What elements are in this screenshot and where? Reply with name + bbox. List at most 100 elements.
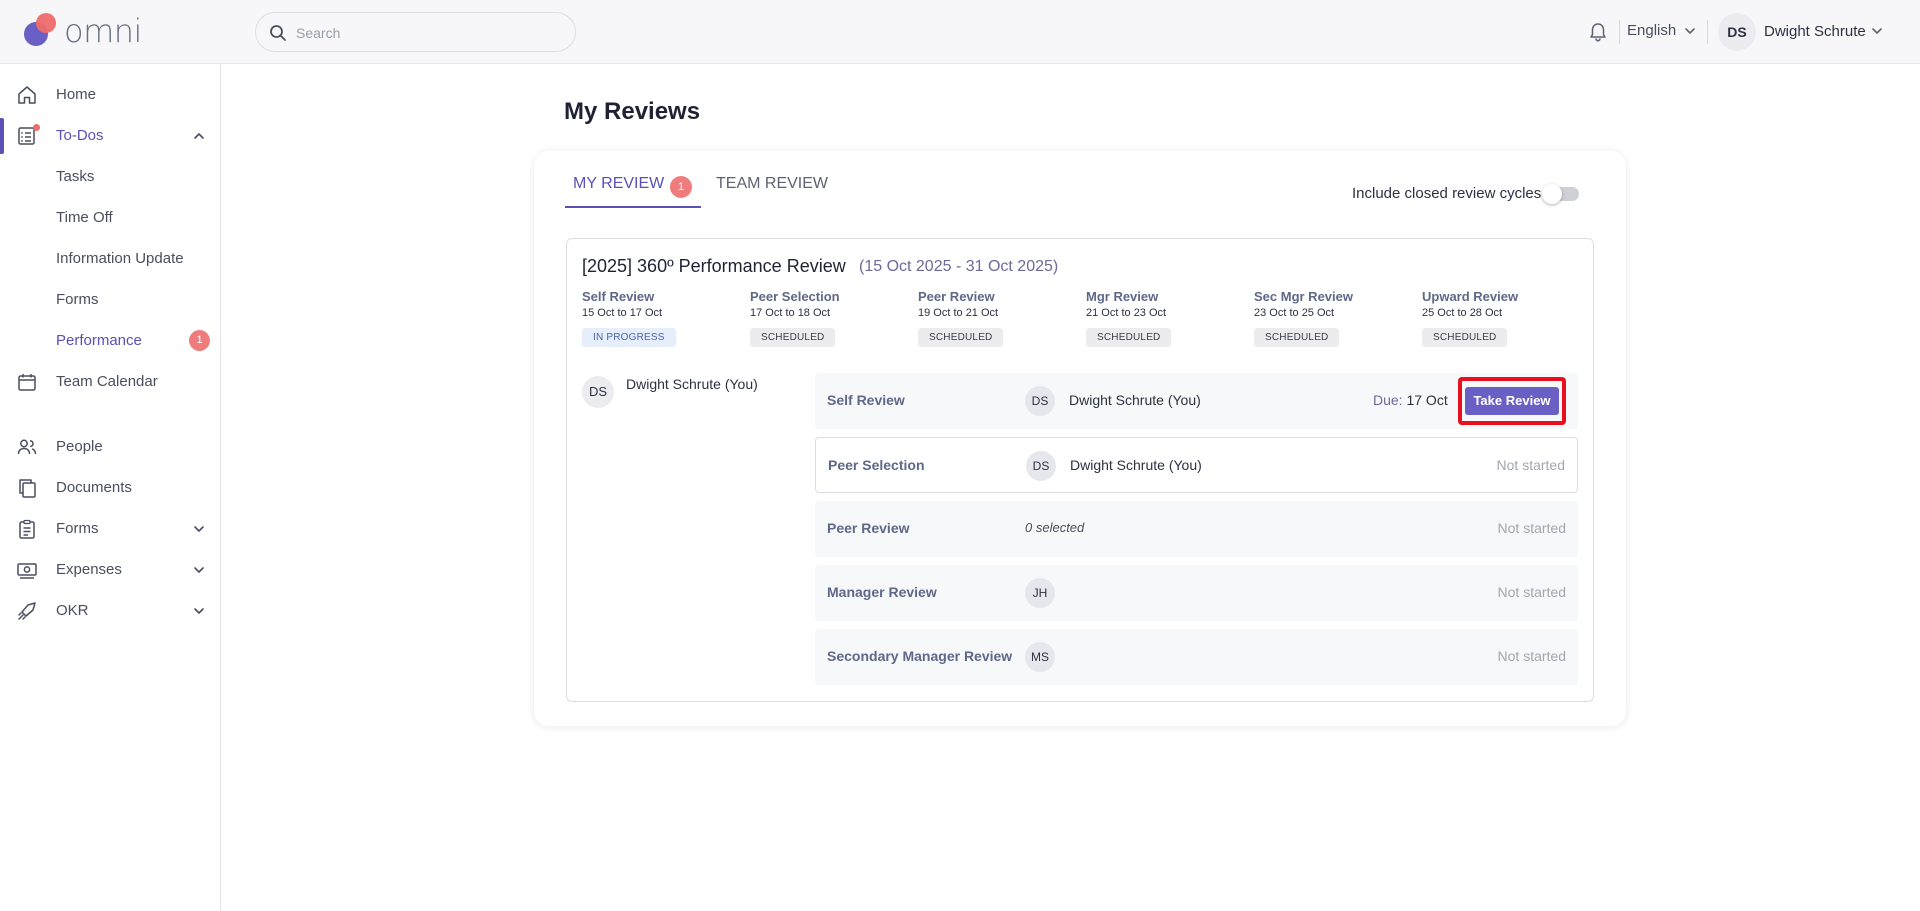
- user-avatar[interactable]: DS: [1718, 13, 1756, 51]
- stage-peer-review: Peer Review 19 Oct to 21 Oct SCHEDULED: [918, 289, 1078, 347]
- search-box[interactable]: [255, 12, 576, 52]
- stage-name: Upward Review: [1422, 289, 1519, 304]
- due-date: Due: 17 Oct: [1373, 392, 1448, 408]
- stage-dates: 25 Oct to 28 Oct: [1422, 307, 1503, 319]
- sidebar-subitem-time-off[interactable]: Time Off: [56, 209, 113, 226]
- performance-count-badge: 1: [189, 330, 210, 351]
- review-status: Not started: [1496, 457, 1565, 473]
- review-row-label: Self Review: [827, 392, 905, 408]
- employee-name: Dwight Schrute (You): [626, 376, 758, 392]
- stage-name: Mgr Review: [1086, 289, 1159, 304]
- review-status: Not started: [1497, 520, 1566, 536]
- reviewer-avatar: DS: [1025, 386, 1055, 416]
- sidebar-item-forms[interactable]: Forms: [0, 511, 221, 547]
- stage-dates: 19 Oct to 21 Oct: [918, 307, 999, 319]
- include-closed-label: Include closed review cycles: [1352, 185, 1542, 202]
- sidebar-item-label: Forms: [56, 520, 99, 537]
- forms-icon: [19, 519, 35, 539]
- sidebar-subitem-performance[interactable]: Performance: [56, 332, 142, 349]
- stage-dates: 17 Oct to 18 Oct: [750, 307, 831, 319]
- review-row-peer-review: Peer Review 0 selected Not started: [815, 501, 1578, 557]
- sidebar-item-okr[interactable]: OKR: [0, 593, 221, 629]
- page-title: My Reviews: [564, 98, 701, 125]
- chevron-down-icon[interactable]: [1871, 25, 1883, 37]
- review-row-label: Secondary Manager Review: [827, 648, 1013, 664]
- sidebar-item-expenses[interactable]: Expenses: [0, 552, 221, 588]
- sidebar-item-people[interactable]: People: [0, 429, 221, 465]
- review-row-peer-selection[interactable]: Peer Selection DS Dwight Schrute (You) N…: [815, 437, 1578, 493]
- status-badge: SCHEDULED: [918, 328, 1004, 347]
- chevron-up-icon[interactable]: [193, 130, 205, 142]
- due-label: Due:: [1373, 392, 1403, 408]
- sidebar-item-label: Team Calendar: [56, 373, 158, 390]
- take-review-button[interactable]: Take Review: [1465, 387, 1559, 415]
- status-badge: SCHEDULED: [750, 328, 836, 347]
- status-badge: SCHEDULED: [1422, 328, 1508, 347]
- stage-name: Peer Review: [918, 289, 995, 304]
- stage-name: Self Review: [582, 289, 655, 304]
- review-row-label: Peer Selection: [828, 457, 925, 473]
- sidebar-subitem-forms[interactable]: Forms: [56, 291, 99, 308]
- sidebar-item-label: People: [56, 438, 103, 455]
- chevron-down-icon[interactable]: [193, 564, 205, 576]
- sidebar-item-label: Expenses: [56, 561, 122, 578]
- stage-sec-mgr-review: Sec Mgr Review 23 Oct to 25 Oct SCHEDULE…: [1254, 289, 1414, 347]
- status-badge: IN PROGRESS: [582, 328, 676, 347]
- expenses-icon: [17, 563, 37, 579]
- sidebar: Home To-Dos Tasks Time Off Information U…: [0, 64, 221, 911]
- okr-rocket-icon: [18, 602, 36, 620]
- search-icon: [270, 25, 286, 41]
- user-name[interactable]: Dwight Schrute: [1764, 23, 1866, 40]
- stage-dates: 15 Oct to 17 Oct: [582, 307, 663, 319]
- omni-logo[interactable]: omni: [22, 12, 152, 52]
- review-row-label: Manager Review: [827, 584, 937, 600]
- language-selector[interactable]: English: [1627, 22, 1676, 39]
- review-row-label: Peer Review: [827, 520, 910, 536]
- employee-avatar: DS: [582, 376, 614, 408]
- include-closed-toggle[interactable]: [1542, 184, 1579, 204]
- stage-peer-selection: Peer Selection 17 Oct to 18 Oct SCHEDULE…: [750, 289, 910, 347]
- notification-dot: [33, 124, 40, 131]
- stage-upward-review: Upward Review 25 Oct to 28 Oct SCHEDULED: [1422, 289, 1582, 347]
- sidebar-subitem-information-update[interactable]: Information Update: [56, 250, 184, 267]
- active-tab-underline: [565, 206, 701, 208]
- logo-text: omni: [64, 12, 142, 50]
- stage-dates: 23 Oct to 25 Oct: [1254, 307, 1335, 319]
- reviews-card: MY REVIEW 1 TEAM REVIEW Include closed r…: [534, 151, 1626, 726]
- stage-name: Sec Mgr Review: [1254, 289, 1353, 304]
- calendar-icon: [18, 374, 36, 391]
- notification-bell-icon[interactable]: [1587, 21, 1609, 43]
- review-row-secondary-manager-review: Secondary Manager Review MS Not started: [815, 629, 1578, 685]
- status-badge: SCHEDULED: [1086, 328, 1172, 347]
- sidebar-item-label: To-Dos: [56, 127, 104, 144]
- chevron-down-icon[interactable]: [193, 605, 205, 617]
- sidebar-item-home[interactable]: Home: [0, 77, 221, 113]
- stage-mgr-review: Mgr Review 21 Oct to 23 Oct SCHEDULED: [1086, 289, 1246, 347]
- stage-dates: 21 Oct to 23 Oct: [1086, 307, 1167, 319]
- reviewer-name: Dwight Schrute (You): [1070, 457, 1202, 473]
- sidebar-subitem-tasks[interactable]: Tasks: [56, 168, 94, 185]
- search-input[interactable]: [296, 21, 556, 45]
- tab-my-review[interactable]: MY REVIEW: [573, 175, 664, 193]
- review-row-manager-review: Manager Review JH Not started: [815, 565, 1578, 621]
- stage-self-review: Self Review 15 Oct to 17 Oct IN PROGRESS: [582, 289, 742, 347]
- sidebar-item-documents[interactable]: Documents: [0, 470, 221, 506]
- reviewer-avatar: MS: [1025, 642, 1055, 672]
- sidebar-item-team-calendar[interactable]: Team Calendar: [0, 364, 221, 400]
- tab-team-review[interactable]: TEAM REVIEW: [716, 175, 828, 193]
- top-bar: omni English DS Dwight Schrute: [0, 0, 1920, 64]
- sidebar-item-todos[interactable]: To-Dos: [0, 118, 221, 154]
- my-review-count-badge: 1: [670, 176, 692, 198]
- take-review-highlight: Take Review: [1458, 377, 1566, 425]
- reviewer-name: Dwight Schrute (You): [1069, 392, 1201, 408]
- sidebar-item-label: Documents: [56, 479, 132, 496]
- sidebar-item-label: OKR: [56, 602, 89, 619]
- chevron-down-icon[interactable]: [193, 523, 205, 535]
- reviewer-avatar: JH: [1025, 578, 1055, 608]
- review-status: Not started: [1497, 648, 1566, 664]
- cycle-date-range: (15 Oct 2025 - 31 Oct 2025): [859, 258, 1059, 275]
- chevron-down-icon[interactable]: [1684, 25, 1696, 37]
- cycle-title: [2025] 360º Performance Review: [582, 256, 846, 276]
- review-cycle-panel: [2025] 360º Performance Review (15 Oct 2…: [566, 238, 1594, 702]
- documents-icon: [19, 479, 36, 498]
